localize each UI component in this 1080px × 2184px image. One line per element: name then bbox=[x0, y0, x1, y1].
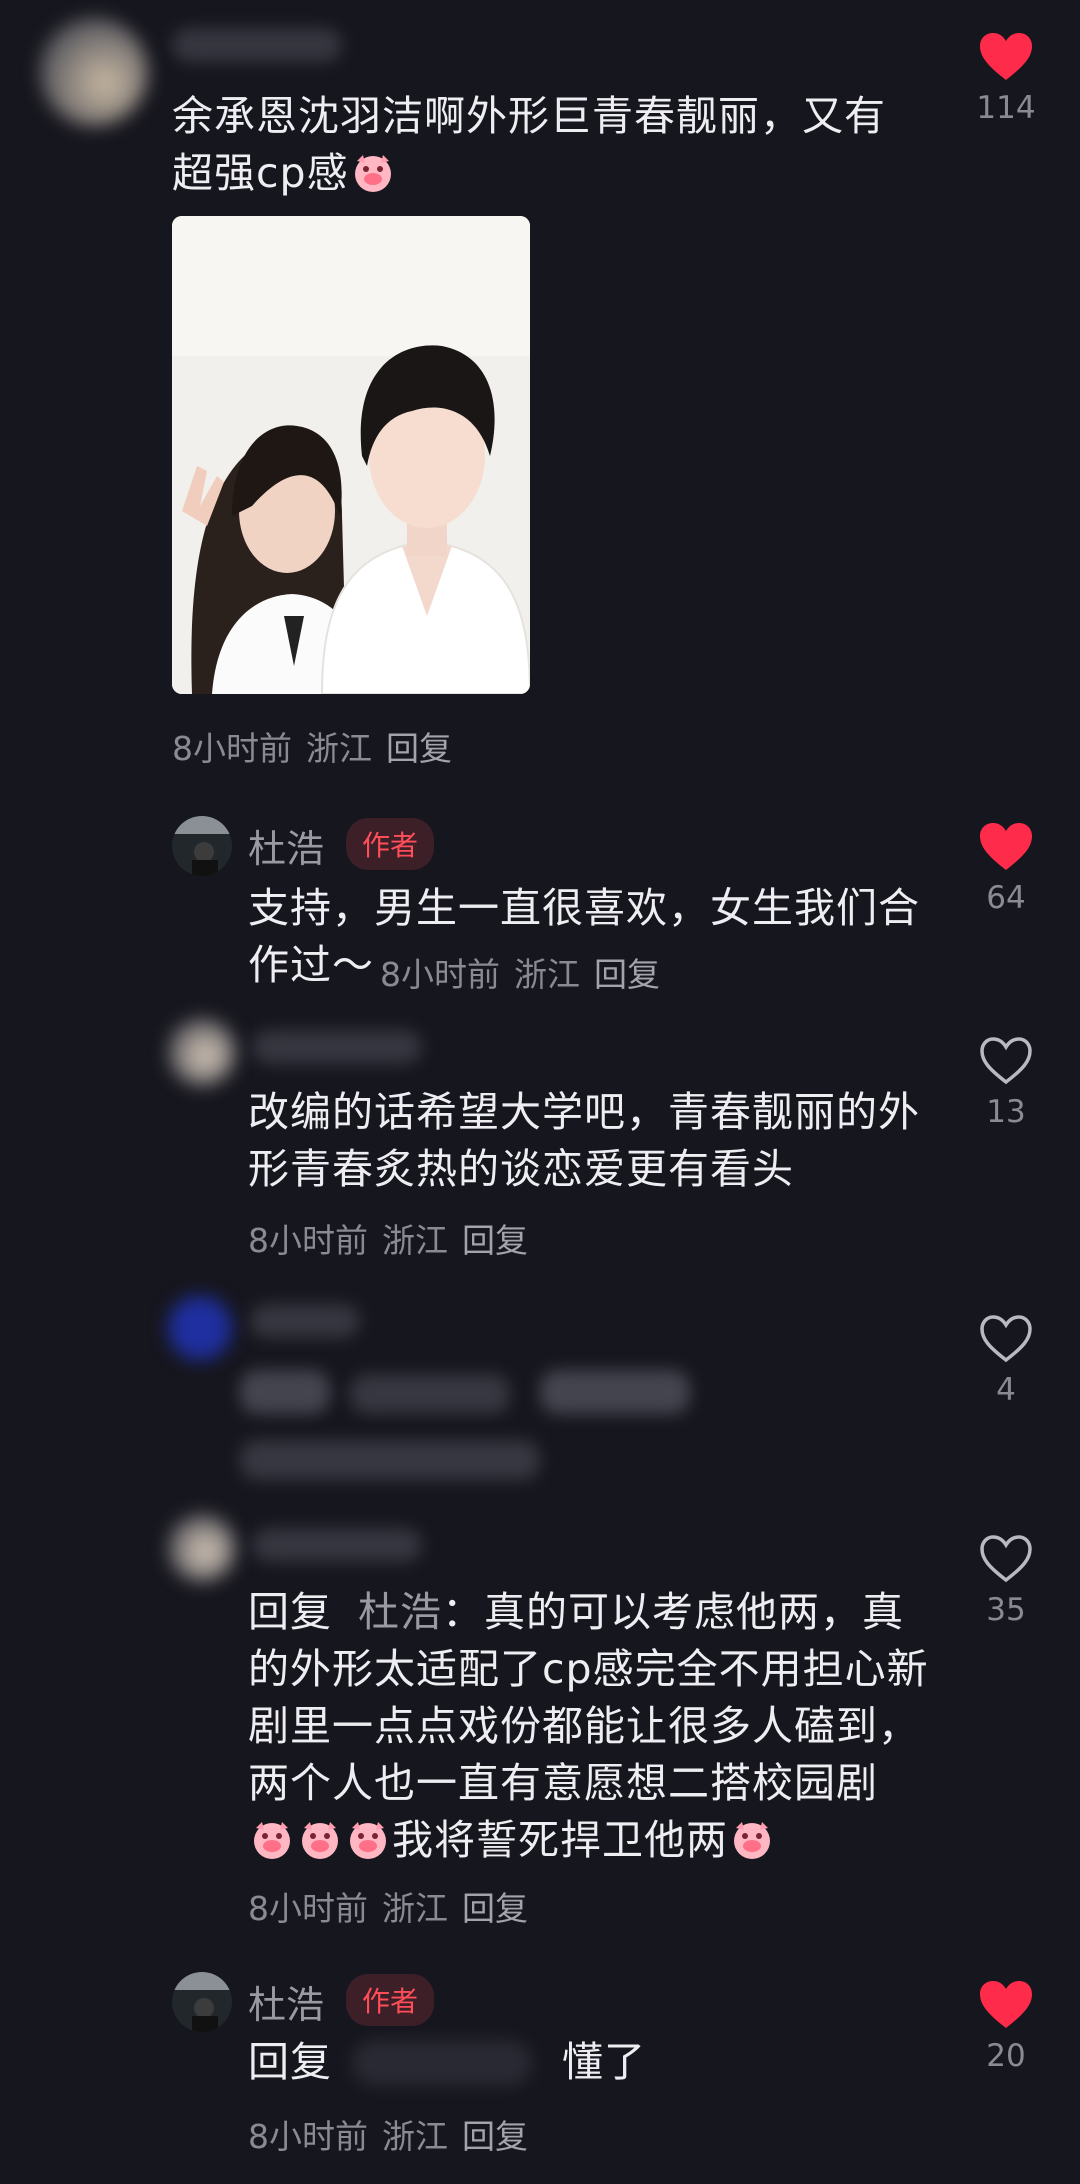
author-name[interactable]: 杜浩 bbox=[248, 818, 324, 873]
like-button[interactable]: 114 bbox=[966, 32, 1046, 126]
author-name[interactable]: 杜浩 bbox=[248, 1974, 324, 2029]
reply-to-user[interactable]: 杜浩 bbox=[358, 1588, 442, 1636]
crying-pig-emoji-icon bbox=[734, 1822, 770, 1859]
commenter-avatar[interactable] bbox=[168, 1018, 236, 1086]
comment-text-line: 的外形太适配了cp感完全不用担心新 bbox=[248, 1645, 929, 1693]
commenter-name-blurred[interactable] bbox=[252, 1528, 422, 1562]
reply-button[interactable]: 回复 bbox=[462, 2117, 528, 2156]
comment-meta: 8小时前 浙江 回复 bbox=[172, 729, 452, 768]
author-badge: 作者 bbox=[346, 1974, 435, 2026]
comment-text-line: 我将誓死捍卫他两 bbox=[248, 1812, 776, 1869]
commenter-avatar[interactable] bbox=[168, 1296, 232, 1360]
reply-to-user-blurred[interactable] bbox=[352, 2040, 532, 2086]
comment-text-line: 懂了 bbox=[562, 2038, 646, 2086]
comment-text-line: 超强cp感 bbox=[172, 145, 397, 202]
heart-outline-icon[interactable] bbox=[966, 1036, 1046, 1086]
blurred-comment-content bbox=[240, 1360, 710, 1490]
comment-meta: 8小时前 浙江 回复 bbox=[248, 2117, 528, 2156]
author-badge: 作者 bbox=[346, 818, 435, 870]
like-button[interactable]: 13 bbox=[966, 1036, 1046, 1130]
comment-text-line: 作过～ bbox=[248, 941, 374, 989]
comment-text-line: 剧里一点点戏份都能让很多人磕到， bbox=[248, 1702, 920, 1750]
reply-button[interactable]: 回复 bbox=[386, 729, 452, 768]
like-button[interactable]: 35 bbox=[966, 1534, 1046, 1628]
comment-meta: 8小时前 浙江 回复 bbox=[248, 1221, 528, 1260]
reply-button[interactable]: 回复 bbox=[462, 1221, 528, 1260]
like-count: 4 bbox=[996, 1372, 1016, 1408]
commenter-avatar[interactable] bbox=[40, 18, 148, 126]
heart-outline-icon[interactable] bbox=[966, 1314, 1046, 1364]
like-count: 64 bbox=[986, 880, 1026, 916]
commenter-name-blurred[interactable] bbox=[250, 1304, 360, 1338]
crying-pig-emoji-icon bbox=[354, 155, 391, 192]
like-button[interactable]: 64 bbox=[966, 822, 1046, 916]
like-count: 114 bbox=[976, 90, 1036, 126]
like-count: 13 bbox=[986, 1094, 1026, 1130]
reply-keyword: 回复 bbox=[248, 1588, 332, 1636]
like-count: 20 bbox=[986, 2038, 1026, 2074]
comment-text-line: 回复 bbox=[248, 2034, 332, 2091]
comment-meta: 8小时前 浙江 回复 bbox=[380, 955, 660, 994]
reply-button[interactable]: 回复 bbox=[594, 955, 660, 994]
like-button[interactable]: 4 bbox=[966, 1314, 1046, 1408]
crying-pig-emoji-icon bbox=[254, 1822, 290, 1859]
author-avatar[interactable] bbox=[172, 816, 232, 876]
reply-keyword: 回复 bbox=[248, 2038, 332, 2086]
comment-text-line: 形青春炙热的谈恋爱更有看头 bbox=[248, 1145, 794, 1193]
author-avatar[interactable] bbox=[172, 1972, 232, 2032]
comment-text-line: 支持，男生一直很喜欢，女生我们合 bbox=[248, 884, 920, 932]
comment-text-line: 回复 杜浩：真的可以考虑他两，真 bbox=[248, 1588, 905, 1636]
commenter-avatar[interactable] bbox=[168, 1514, 236, 1582]
like-count: 35 bbox=[986, 1592, 1026, 1628]
heart-icon[interactable] bbox=[966, 822, 1046, 872]
comment-meta: 8小时前 浙江 回复 bbox=[248, 1889, 528, 1928]
crying-pig-emoji-icon bbox=[350, 1822, 386, 1859]
commenter-name-blurred[interactable] bbox=[172, 28, 342, 62]
like-button[interactable]: 20 bbox=[966, 1980, 1046, 2074]
comment-text-line: 改编的话希望大学吧，青春靓丽的外 bbox=[248, 1088, 920, 1136]
heart-outline-icon[interactable] bbox=[966, 1534, 1046, 1584]
crying-pig-emoji-icon bbox=[302, 1822, 338, 1859]
comment-text-line: 余承恩沈羽洁啊外形巨青春靓丽，又有 bbox=[172, 92, 886, 140]
reply-button[interactable]: 回复 bbox=[462, 1889, 528, 1928]
heart-icon[interactable] bbox=[966, 1980, 1046, 2030]
commenter-name-blurred[interactable] bbox=[252, 1030, 422, 1064]
comment-text-line: 两个人也一直有意愿想二搭校园剧 bbox=[248, 1759, 878, 1807]
heart-icon[interactable] bbox=[966, 32, 1046, 82]
comment-image[interactable] bbox=[172, 216, 530, 694]
